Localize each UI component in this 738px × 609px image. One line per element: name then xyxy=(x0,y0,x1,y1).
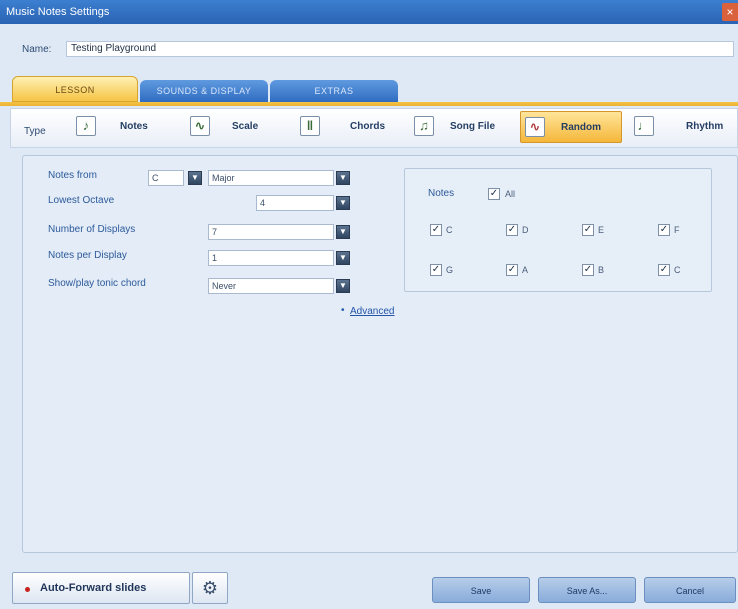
notes-from-mode-select[interactable]: Major xyxy=(208,170,334,186)
notes-per-display-select[interactable]: 1 xyxy=(208,250,334,266)
note-c-checkbox[interactable]: ✓ xyxy=(430,224,442,236)
chevron-down-icon: ▼ xyxy=(339,253,347,262)
all-notes-checkbox[interactable]: ✓ xyxy=(488,188,500,200)
type-random-label: Random xyxy=(561,122,601,133)
chevron-down-icon: ▼ xyxy=(191,173,199,182)
type-random-button[interactable]: ∿ Random xyxy=(520,111,622,143)
close-icon: × xyxy=(726,5,734,19)
note-b-checkbox[interactable]: ✓ xyxy=(582,264,594,276)
notes-from-mode-dropdown[interactable]: ▼ xyxy=(336,171,350,185)
tab-underline xyxy=(0,102,738,106)
advanced-link[interactable]: Advanced xyxy=(350,306,394,317)
type-song-file-label: Song File xyxy=(450,121,495,132)
tab-lesson[interactable]: LESSON xyxy=(12,76,138,102)
type-notes-button[interactable]: ♪ Notes xyxy=(76,111,168,143)
record-dot-icon xyxy=(25,587,30,592)
notes-from-key-select[interactable]: C xyxy=(148,170,184,186)
note-e-label: E xyxy=(598,225,605,235)
rhythm-icon: ♩ xyxy=(634,116,654,136)
num-displays-label: Number of Displays xyxy=(48,224,136,235)
note-icon: ♪ xyxy=(76,116,96,136)
chevron-down-icon: ▼ xyxy=(339,198,347,207)
note-c-high-checkbox[interactable]: ✓ xyxy=(658,264,670,276)
tab-extras[interactable]: EXTRAS xyxy=(270,80,398,102)
window-titlebar: Music Notes Settings xyxy=(0,0,738,24)
note-g-label: G xyxy=(446,265,454,275)
notes-per-display-label: Notes per Display xyxy=(48,250,127,261)
type-scale-label: Scale xyxy=(232,121,259,132)
num-displays-dropdown[interactable]: ▼ xyxy=(336,225,350,239)
lowest-octave-label: Lowest Octave xyxy=(48,195,115,206)
notes-group-label: Notes xyxy=(428,188,455,199)
lowest-octave-dropdown[interactable]: ▼ xyxy=(336,196,350,210)
name-input[interactable]: Testing Playground xyxy=(66,41,734,57)
name-label: Name: xyxy=(22,44,52,55)
chevron-down-icon: ▼ xyxy=(339,281,347,290)
tonic-chord-label: Show/play tonic chord xyxy=(48,278,146,289)
random-icon: ∿ xyxy=(525,117,545,137)
type-scale-button[interactable]: ∿ Scale xyxy=(190,111,282,143)
type-notes-label: Notes xyxy=(120,121,148,132)
notes-from-key-dropdown[interactable]: ▼ xyxy=(188,171,202,185)
note-e-checkbox[interactable]: ✓ xyxy=(582,224,594,236)
note-d-checkbox[interactable]: ✓ xyxy=(506,224,518,236)
all-notes-label: All xyxy=(505,189,516,199)
note-c-high-label: C xyxy=(674,265,681,275)
type-chords-button[interactable]: ‖ Chords xyxy=(300,111,400,143)
tonic-chord-dropdown[interactable]: ▼ xyxy=(336,279,350,293)
save-as-button[interactable]: Save As... xyxy=(538,577,636,603)
cancel-button[interactable]: Cancel xyxy=(644,577,736,603)
type-chords-label: Chords xyxy=(350,121,385,132)
type-song-file-button[interactable]: ♫ Song File xyxy=(414,111,514,143)
note-d-label: D xyxy=(522,225,529,235)
type-rhythm-button[interactable]: ♩ Rhythm xyxy=(634,111,736,143)
type-label: Type xyxy=(24,126,46,137)
auto-forward-label: Auto-Forward slides xyxy=(40,582,147,594)
chords-icon: ‖ xyxy=(300,116,320,136)
close-button[interactable]: × xyxy=(722,3,738,21)
type-rhythm-label: Rhythm xyxy=(686,121,724,132)
note-g-checkbox[interactable]: ✓ xyxy=(430,264,442,276)
notes-from-label: Notes from xyxy=(48,170,97,181)
note-c-label: C xyxy=(446,225,453,235)
song-file-icon: ♫ xyxy=(414,116,434,136)
note-f-label: F xyxy=(674,225,680,235)
note-a-label: A xyxy=(522,265,529,275)
settings-button[interactable]: ⚙ xyxy=(192,572,228,604)
note-b-label: B xyxy=(598,265,605,275)
window-title: Music Notes Settings xyxy=(6,6,110,18)
save-button[interactable]: Save xyxy=(432,577,530,603)
lowest-octave-select[interactable]: 4 xyxy=(256,195,334,211)
name-row: Name: Testing Playground xyxy=(0,30,738,60)
gear-icon: ⚙ xyxy=(201,578,219,598)
note-a-checkbox[interactable]: ✓ xyxy=(506,264,518,276)
chevron-down-icon: ▼ xyxy=(339,227,347,236)
tonic-chord-select[interactable]: Never xyxy=(208,278,334,294)
chevron-down-icon: ▼ xyxy=(339,173,347,182)
scale-icon: ∿ xyxy=(190,116,210,136)
notes-per-display-dropdown[interactable]: ▼ xyxy=(336,251,350,265)
tab-sounds-display[interactable]: SOUNDS & DISPLAY xyxy=(140,80,268,102)
bullet-icon: • xyxy=(341,305,345,316)
note-f-checkbox[interactable]: ✓ xyxy=(658,224,670,236)
num-displays-select[interactable]: 7 xyxy=(208,224,334,240)
